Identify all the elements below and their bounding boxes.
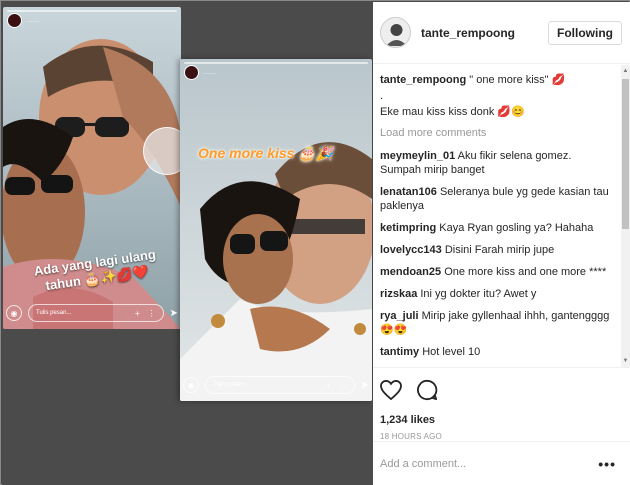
post-actions: 1,234 likes 18 HOURS AGO [373,367,630,441]
story-progress-bar [7,10,177,12]
comment-username[interactable]: lovelycc143 [380,244,442,256]
post-side-panel: tante_rempoong Following tante_rempoong … [373,2,630,485]
comment-username[interactable]: ketimpring [380,222,436,234]
following-button[interactable]: Following [548,20,622,45]
more-vertical-icon: ⋮ [147,308,156,318]
comment-text: Hot level 10 [422,346,481,358]
comment: rya_juli Mirip jake gyllenhaal ihhh, gan… [380,309,614,337]
camera-icon: ◉ [183,377,199,393]
comment: mendoan25 One more kiss and one more ***… [380,265,614,279]
comments-scrollbar[interactable]: ▲ ▼ [621,65,630,367]
post-username[interactable]: tante_rempoong [421,26,548,40]
comment-username[interactable]: mendoan25 [380,266,441,278]
comment-text: Kaya Ryan gosling ya? Hahaha [439,222,594,234]
comment: rizskaa Ini yg dokter itu? Awet y [380,287,614,301]
comment-text: Disini Farah mirip jupe [444,244,555,256]
comment-text: Ini yg dokter itu? Awet y [420,288,537,300]
caption-text: " one more kiss" 💋 [469,74,566,86]
story-screenshot-2: ........ One more kiss 🎂🎉 ◉ Tulis pesan.… [180,59,372,401]
caption-dot: . [380,90,384,102]
caption-line-2: Eke mau kiss kiss donk 💋😊 [380,106,525,118]
send-icon: ➤ [360,379,369,391]
avatar-image [381,18,410,47]
add-person-icon: + [134,308,140,318]
comment: lovelycc143 Disini Farah mirip jupe [380,243,614,257]
comment-text: One more kiss and one more **** [444,266,607,278]
scroll-up-icon[interactable]: ▲ [622,67,629,75]
post-timestamp[interactable]: 18 HOURS AGO [380,432,622,441]
comment: meymeylin_01 Aku fikir selena gomez. Sum… [380,149,614,177]
heart-icon[interactable] [380,380,402,400]
comment: tantimy Hot level 10 [380,345,614,359]
story-avatar [184,65,199,80]
load-more-comments-link[interactable]: Load more comments [380,127,614,139]
add-comment-bar: Add a comment... ••• [373,441,630,485]
story-progress-bar [184,62,368,64]
story-screenshot-1: ........ Ada yang lagi ulang tahun 🎂✨💋❤️… [3,7,181,329]
post-media[interactable]: ........ Ada yang lagi ulang tahun 🎂✨💋❤️… [2,2,373,485]
add-person-icon: + [325,380,331,390]
more-vertical-icon: ⋮ [338,380,347,390]
scrollbar-thumb[interactable] [622,79,629,229]
message-field: Tulis pesan... + ⋮ [205,376,355,394]
story-footer: ◉ Tulis pesan... + ⋮ ➤ [183,375,369,395]
story-username: ........ [26,17,40,24]
comment-username[interactable]: meymeylin_01 [380,150,455,162]
comment-username[interactable]: rya_juli [380,310,419,322]
post-window: ........ Ada yang lagi ulang tahun 🎂✨💋❤️… [0,0,630,485]
more-options-icon[interactable]: ••• [598,456,616,472]
send-icon: ➤ [169,307,178,319]
post-header: tante_rempoong Following [373,2,630,64]
add-comment-input[interactable]: Add a comment... [380,458,466,470]
post-caption: tante_rempoong " one more kiss" 💋 [380,73,614,87]
message-placeholder: Tulis pesan... [36,310,72,316]
story-caption-2: One more kiss 🎂🎉 [198,145,334,161]
user-avatar[interactable] [380,17,411,48]
story-avatar [7,13,22,28]
comment: ketimpring Kaya Ryan gosling ya? Hahaha [380,221,614,235]
comment-username[interactable]: rizskaa [380,288,417,300]
comment: lenatan106 Seleranya bule yg gede kasian… [380,185,614,213]
story-username: ........ [203,69,217,76]
story-header: ........ [184,65,216,80]
story-header: ........ [7,13,39,28]
comments-list[interactable]: tante_rempoong " one more kiss" 💋 . Eke … [373,65,630,367]
story-photo-2 [180,59,372,401]
message-field: Tulis pesan... + ⋮ [28,304,164,322]
camera-icon: ◉ [6,305,22,321]
message-placeholder: Tulis pesan... [213,382,249,388]
story-footer: ◉ Tulis pesan... + ⋮ ➤ [6,303,178,323]
likes-count[interactable]: 1,234 likes [380,414,622,426]
comment-username[interactable]: lenatan106 [380,186,437,198]
comment-username[interactable]: tantimy [380,346,419,358]
scroll-down-icon[interactable]: ▼ [622,357,629,365]
comment-icon[interactable] [416,379,438,401]
caption-username[interactable]: tante_rempoong [380,74,466,86]
